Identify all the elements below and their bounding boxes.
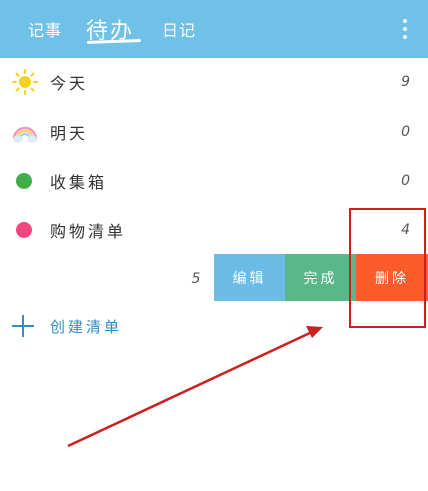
highlight-box: [349, 208, 426, 328]
list-label: 今天: [50, 74, 89, 93]
sun-icon: [12, 69, 38, 95]
list-count: 0: [401, 173, 410, 189]
edit-button[interactable]: 编辑: [214, 254, 285, 301]
list-count: 0: [401, 124, 410, 140]
list-label: 收集箱: [50, 173, 108, 192]
tab-diary[interactable]: 日记: [162, 0, 196, 58]
more-menu-icon[interactable]: [396, 16, 414, 42]
pink-dot-icon: [16, 222, 32, 238]
create-list-button[interactable]: 创建清单: [0, 302, 200, 350]
list-item-tomorrow[interactable]: 明天 0: [0, 107, 428, 157]
complete-button[interactable]: 完成: [285, 254, 356, 301]
list-label: 明天: [50, 124, 89, 143]
rainbow-icon: [12, 126, 38, 143]
create-list-label: 创建清单: [50, 317, 123, 336]
plus-icon: [12, 315, 34, 337]
swiped-row-count: 5: [191, 271, 201, 287]
list-item-inbox[interactable]: 收集箱 0: [0, 156, 428, 206]
list-item-today[interactable]: 今天 9: [0, 57, 428, 107]
list-count: 9: [401, 74, 410, 90]
tab-todo[interactable]: 待办: [86, 0, 134, 58]
tab-notes[interactable]: 记事: [28, 0, 62, 58]
list-label: 购物清单: [50, 222, 127, 241]
green-dot-icon: [16, 173, 32, 189]
app-header: 记事 待办 日记: [0, 0, 428, 58]
